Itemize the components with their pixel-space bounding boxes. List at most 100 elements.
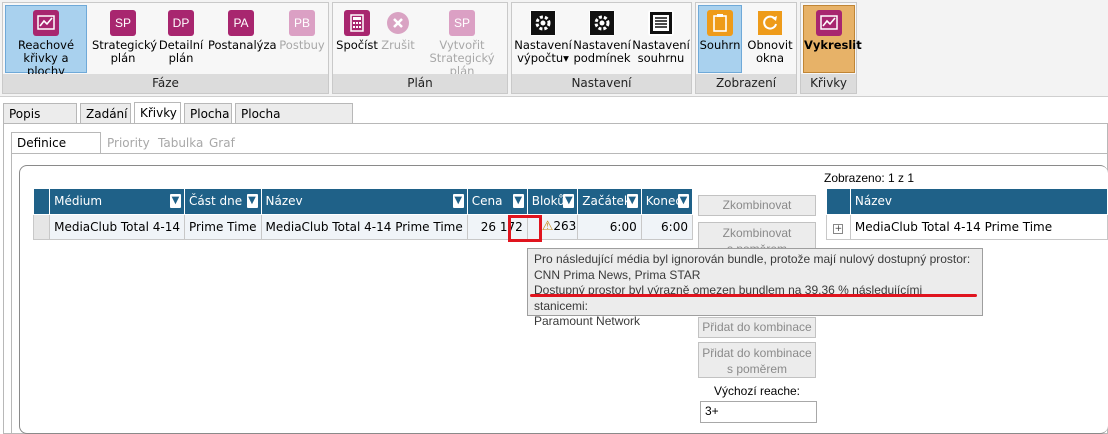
col-bloku[interactable]: Bloků ▼ [526, 189, 579, 215]
warning-icon[interactable]: ⚠ [542, 219, 554, 234]
filter-icon[interactable]: ▼ [169, 194, 181, 208]
col-right-nazev[interactable]: Název [849, 189, 1108, 215]
col-cast-dne[interactable]: Část dne ▼ [183, 189, 262, 215]
tab-zadani[interactable]: Zadání [80, 103, 131, 124]
clipboard-icon [707, 10, 733, 36]
tab-graf[interactable]: Graf [205, 133, 239, 155]
calc-settings-label-1: Nastavení [514, 38, 572, 52]
warning-tooltip: Pro následující média byl ignorován bund… [527, 248, 983, 328]
reach-curves-button[interactable]: Reachové křivky a plochy [5, 5, 87, 78]
col-cena-label: Cena [471, 194, 503, 209]
refresh-windows-button[interactable]: Obnovit okna [746, 6, 794, 65]
expand-icon[interactable]: + [826, 213, 851, 240]
cell-cast-dne[interactable]: Prime Time [183, 213, 262, 240]
right-grid-corner [826, 189, 851, 215]
tab-popis-planu[interactable]: Popis plánu [3, 103, 77, 141]
cancel-button[interactable]: Zrušit [379, 6, 417, 52]
sp-icon: SP [110, 10, 136, 36]
group-nastaveni: Nastavení výpočtu▾ Nastavení podmínek Na… [511, 2, 692, 94]
tab-krivky[interactable]: Křivky [134, 102, 181, 124]
tab-tabulka[interactable]: Tabulka [154, 133, 207, 155]
sp-icon: SP [449, 10, 475, 36]
tooltip-line-1: Pro následující média byl ignorován bund… [534, 252, 971, 266]
refresh-icon [757, 10, 783, 36]
default-reach-input[interactable]: 3+ [700, 401, 817, 423]
col-cast-dne-label: Část dne [188, 194, 243, 209]
add-to-combination-ratio-button[interactable]: Přidat do kombinace s poměrem [698, 342, 816, 378]
col-nazev[interactable]: Název ▼ [260, 189, 468, 215]
strategic-plan-label-1: Strategický [92, 38, 158, 52]
curves-grid: Médium ▼ Část dne ▼ Název ▼ Cena ▼ Bloků ▼ Za… [32, 189, 694, 240]
summary-icon [648, 10, 674, 36]
col-bloku-label: Bloků [531, 194, 565, 209]
conditions-settings-button[interactable]: Nastavení podmínek [573, 6, 631, 65]
filter-icon[interactable]: ▼ [626, 194, 638, 208]
tab-definice-krivek[interactable]: Definice křivek [11, 132, 101, 170]
postbuy-label: Postbuy [279, 38, 325, 52]
combinations-grid: Název + MediaClub Total 4-14 Prime Time [826, 189, 1108, 240]
col-medium[interactable]: Médium ▼ [49, 189, 185, 215]
cell-konec[interactable]: 6:00 [640, 213, 694, 240]
zobrazeno-label: Zobrazeno: 1 z 1 [824, 171, 915, 185]
filter-icon[interactable]: ▼ [246, 194, 258, 208]
group-zobrazeni: Souhrn Obnovit okna Zobrazení [695, 2, 797, 94]
summary-button[interactable]: Souhrn [698, 5, 742, 73]
gear-icon [530, 10, 556, 36]
detail-plan-button[interactable]: DP Detailní plán [158, 6, 204, 65]
filter-icon[interactable]: ▼ [678, 194, 689, 208]
calculate-button[interactable]: Spočíst [335, 6, 379, 52]
cancel-icon [385, 10, 411, 36]
add-ratio-label-2: s poměrem [726, 362, 788, 376]
summary-label: Souhrn [699, 38, 741, 52]
refresh-label-2: okna [755, 51, 785, 65]
tab-plocha[interactable]: Plocha [184, 103, 232, 124]
row-selector[interactable] [32, 213, 51, 240]
combine-ratio-label-1: Zkombinovat [722, 226, 792, 240]
strategic-plan-button[interactable]: SP Strategický plán [92, 6, 158, 65]
chart-icon [33, 10, 59, 36]
calculate-label: Spočíst [336, 38, 378, 52]
reach-curves-label-1: Reachové [17, 38, 75, 52]
postbuy-button[interactable]: PB Postbuy [278, 6, 326, 52]
summary-settings-button[interactable]: Nastavení souhrnu [632, 6, 690, 65]
conditions-settings-label-2: podmínek [573, 51, 631, 65]
group-label-plan: Plán [333, 74, 507, 93]
calc-settings-button[interactable]: Nastavení výpočtu▾ [514, 6, 572, 65]
cell-medium[interactable]: MediaClub Total 4-14 [49, 213, 185, 240]
col-konec-label: Konec [645, 194, 682, 209]
table-row[interactable]: MediaClub Total 4-14 Prime Time MediaClu… [32, 213, 694, 240]
filter-icon[interactable]: ▼ [563, 194, 575, 208]
combine-button[interactable]: Zkombinovat [698, 195, 816, 216]
cell-nazev[interactable]: MediaClub Total 4-14 Prime Time [260, 213, 468, 240]
col-zacatek[interactable]: Začátek ▼ [577, 189, 642, 215]
gear-icon [589, 10, 615, 36]
warning-highlight-box [508, 215, 542, 242]
dp-icon: DP [168, 10, 194, 36]
pb-icon: PB [289, 10, 315, 36]
filter-icon[interactable]: ▼ [512, 194, 524, 208]
filter-icon[interactable]: ▼ [452, 194, 464, 208]
draw-button[interactable]: Vykreslit [803, 5, 862, 73]
conditions-settings-label-1: Nastavení [573, 38, 631, 52]
col-konec[interactable]: Konec ▼ [640, 189, 694, 215]
create-strategic-plan-label-1: Vytvořit [439, 38, 485, 52]
detail-plan-label-2: plán [168, 51, 194, 65]
refresh-label-1: Obnovit [747, 38, 793, 52]
cell-zacatek[interactable]: 6:00 [577, 213, 642, 240]
col-right-nazev-label: Název [854, 194, 893, 209]
add-ratio-label-1: Přidat do kombinace [702, 346, 812, 360]
group-label-zobrazeni: Zobrazení [696, 74, 796, 93]
table-row[interactable]: + MediaClub Total 4-14 Prime Time [826, 213, 1108, 240]
group-label-faze: Fáze [3, 74, 328, 93]
col-cena[interactable]: Cena ▼ [466, 189, 528, 215]
tab-plocha-pozadavek[interactable]: Plocha (požadavek) [235, 103, 353, 141]
postanalysis-label: Postanalýza [208, 38, 277, 52]
create-strategic-plan-button[interactable]: SP Vytvořit Strategický plán [417, 6, 507, 78]
col-nazev-label: Název [265, 194, 303, 209]
right-cell-nazev[interactable]: MediaClub Total 4-14 Prime Time [849, 213, 1108, 240]
tab-priority[interactable]: Priority [103, 133, 154, 155]
postanalysis-button[interactable]: PA Postanalýza [208, 6, 277, 52]
group-label-nastaveni: Nastavení [512, 74, 691, 93]
draw-label: Vykreslit [804, 38, 862, 52]
combine-label: Zkombinovat [722, 198, 792, 212]
